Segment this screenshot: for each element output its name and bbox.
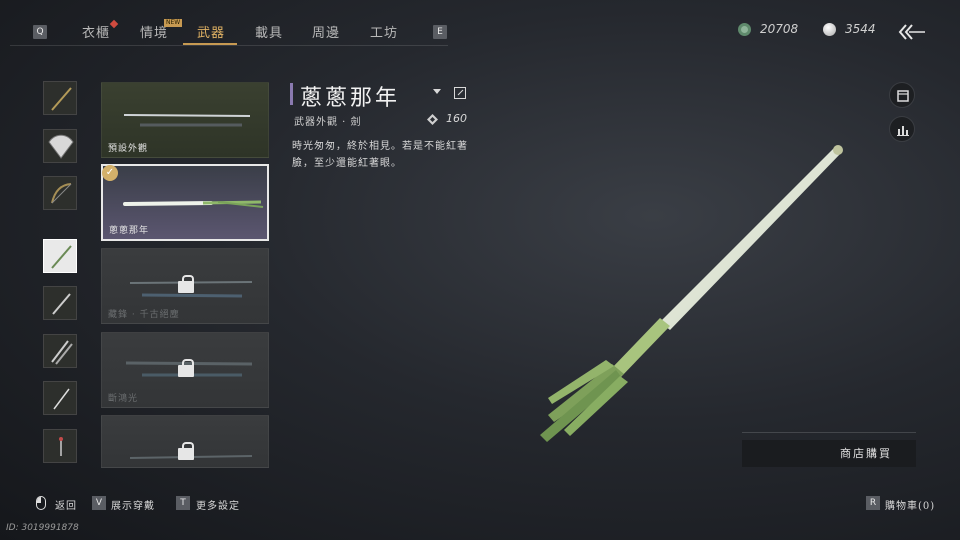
skin-card-locked-3[interactable] bbox=[101, 415, 269, 468]
silver-coin-icon bbox=[823, 23, 836, 36]
title-accent-bar bbox=[290, 83, 293, 105]
scallion-icon bbox=[51, 245, 72, 269]
item-description: 時光匆匆，終於相見。若是不能紅著臉，至少還能紅著眼。 bbox=[292, 141, 468, 169]
weapon-type-bow[interactable] bbox=[43, 176, 77, 210]
store-button[interactable] bbox=[889, 82, 915, 108]
bow-icon bbox=[51, 183, 72, 204]
tab-accessories[interactable]: 周邊 bbox=[312, 22, 340, 41]
weapon-type-fan[interactable] bbox=[43, 129, 77, 163]
jade-coin-icon bbox=[738, 23, 751, 36]
skin-card-locked-1[interactable]: 藏鋒 · 千古絕塵 bbox=[101, 248, 269, 324]
weapon-type-dual-blades[interactable] bbox=[43, 334, 77, 368]
jade-currency-amount: 20708 bbox=[760, 22, 799, 36]
item-category: 武器外觀 · 劍 bbox=[294, 117, 362, 128]
power-value: 160 bbox=[446, 112, 467, 125]
more-settings-key: T bbox=[176, 496, 190, 510]
power-icon bbox=[427, 114, 438, 125]
tab-workshop[interactable]: 工坊 bbox=[370, 22, 398, 41]
shop-divider bbox=[742, 432, 916, 433]
weapon-spear-icon bbox=[51, 87, 72, 111]
notification-dot bbox=[109, 19, 119, 29]
checkmark-icon: ✓ bbox=[102, 165, 118, 181]
double-blade-icon bbox=[51, 340, 73, 365]
weapon-type-sword[interactable] bbox=[43, 381, 77, 415]
tab-divider bbox=[10, 45, 448, 46]
weapon-type-spear[interactable] bbox=[43, 81, 77, 115]
edit-icon[interactable] bbox=[454, 87, 466, 99]
skin-card-selected[interactable]: ✓ 蔥蔥那年 bbox=[101, 164, 269, 241]
cart-key: R bbox=[866, 496, 880, 510]
show-outfit-hint[interactable]: 展示穿戴 bbox=[111, 497, 155, 512]
new-badge: NEW bbox=[164, 19, 183, 27]
back-hint[interactable]: 返回 bbox=[55, 497, 77, 512]
item-title: 蔥蔥那年 bbox=[300, 86, 401, 111]
active-tab-indicator bbox=[183, 43, 237, 45]
skin-card-label: 預設外觀 bbox=[108, 144, 149, 154]
player-id: ID: 3019991878 bbox=[6, 523, 79, 533]
weapon-type-sword-selected[interactable] bbox=[43, 239, 77, 273]
silver-currency-amount: 3544 bbox=[845, 22, 876, 36]
cart-hint[interactable]: 購物車(0) bbox=[885, 497, 935, 512]
blade-icon bbox=[52, 293, 71, 315]
fan-icon bbox=[48, 134, 74, 159]
weapon-model-scallion bbox=[540, 145, 843, 442]
next-tab-key[interactable]: E bbox=[433, 25, 447, 39]
sword-icon bbox=[53, 388, 70, 410]
stats-button[interactable] bbox=[889, 116, 915, 142]
tab-vehicle[interactable]: 載具 bbox=[255, 22, 283, 41]
skin-card-label: 蔥蔥那年 bbox=[109, 226, 150, 236]
tab-weapon[interactable]: 武器 bbox=[197, 22, 225, 41]
lock-icon bbox=[178, 442, 194, 460]
tab-wardrobe[interactable]: 衣櫃 bbox=[82, 22, 110, 41]
back-arrow-icon[interactable] bbox=[897, 22, 927, 42]
prev-tab-key[interactable]: Q bbox=[33, 25, 47, 39]
chevron-down-icon[interactable] bbox=[433, 89, 441, 94]
lock-icon bbox=[178, 275, 194, 293]
skin-card-label: 斷鴻光 bbox=[108, 394, 139, 404]
weapon-type-talisman[interactable] bbox=[43, 429, 77, 463]
weapon-type-blade[interactable] bbox=[43, 286, 77, 320]
talisman-icon bbox=[59, 437, 63, 456]
lock-icon bbox=[178, 359, 194, 377]
show-outfit-key: V bbox=[92, 496, 106, 510]
mouse-icon bbox=[36, 496, 46, 510]
skin-card-default[interactable]: 預設外觀 bbox=[101, 82, 269, 158]
shop-buy-button[interactable]: 商店購買 bbox=[742, 440, 916, 467]
top-navigation: Q 衣櫃 情境 NEW 武器 載具 周邊 工坊 E 20708 3544 bbox=[0, 0, 960, 60]
bar-chart-icon bbox=[897, 126, 909, 136]
more-settings-hint[interactable]: 更多設定 bbox=[196, 497, 240, 512]
skin-card-locked-2[interactable]: 斷鴻光 bbox=[101, 332, 269, 408]
shop-icon bbox=[897, 90, 909, 102]
skin-card-label: 藏鋒 · 千古絕塵 bbox=[108, 310, 180, 320]
